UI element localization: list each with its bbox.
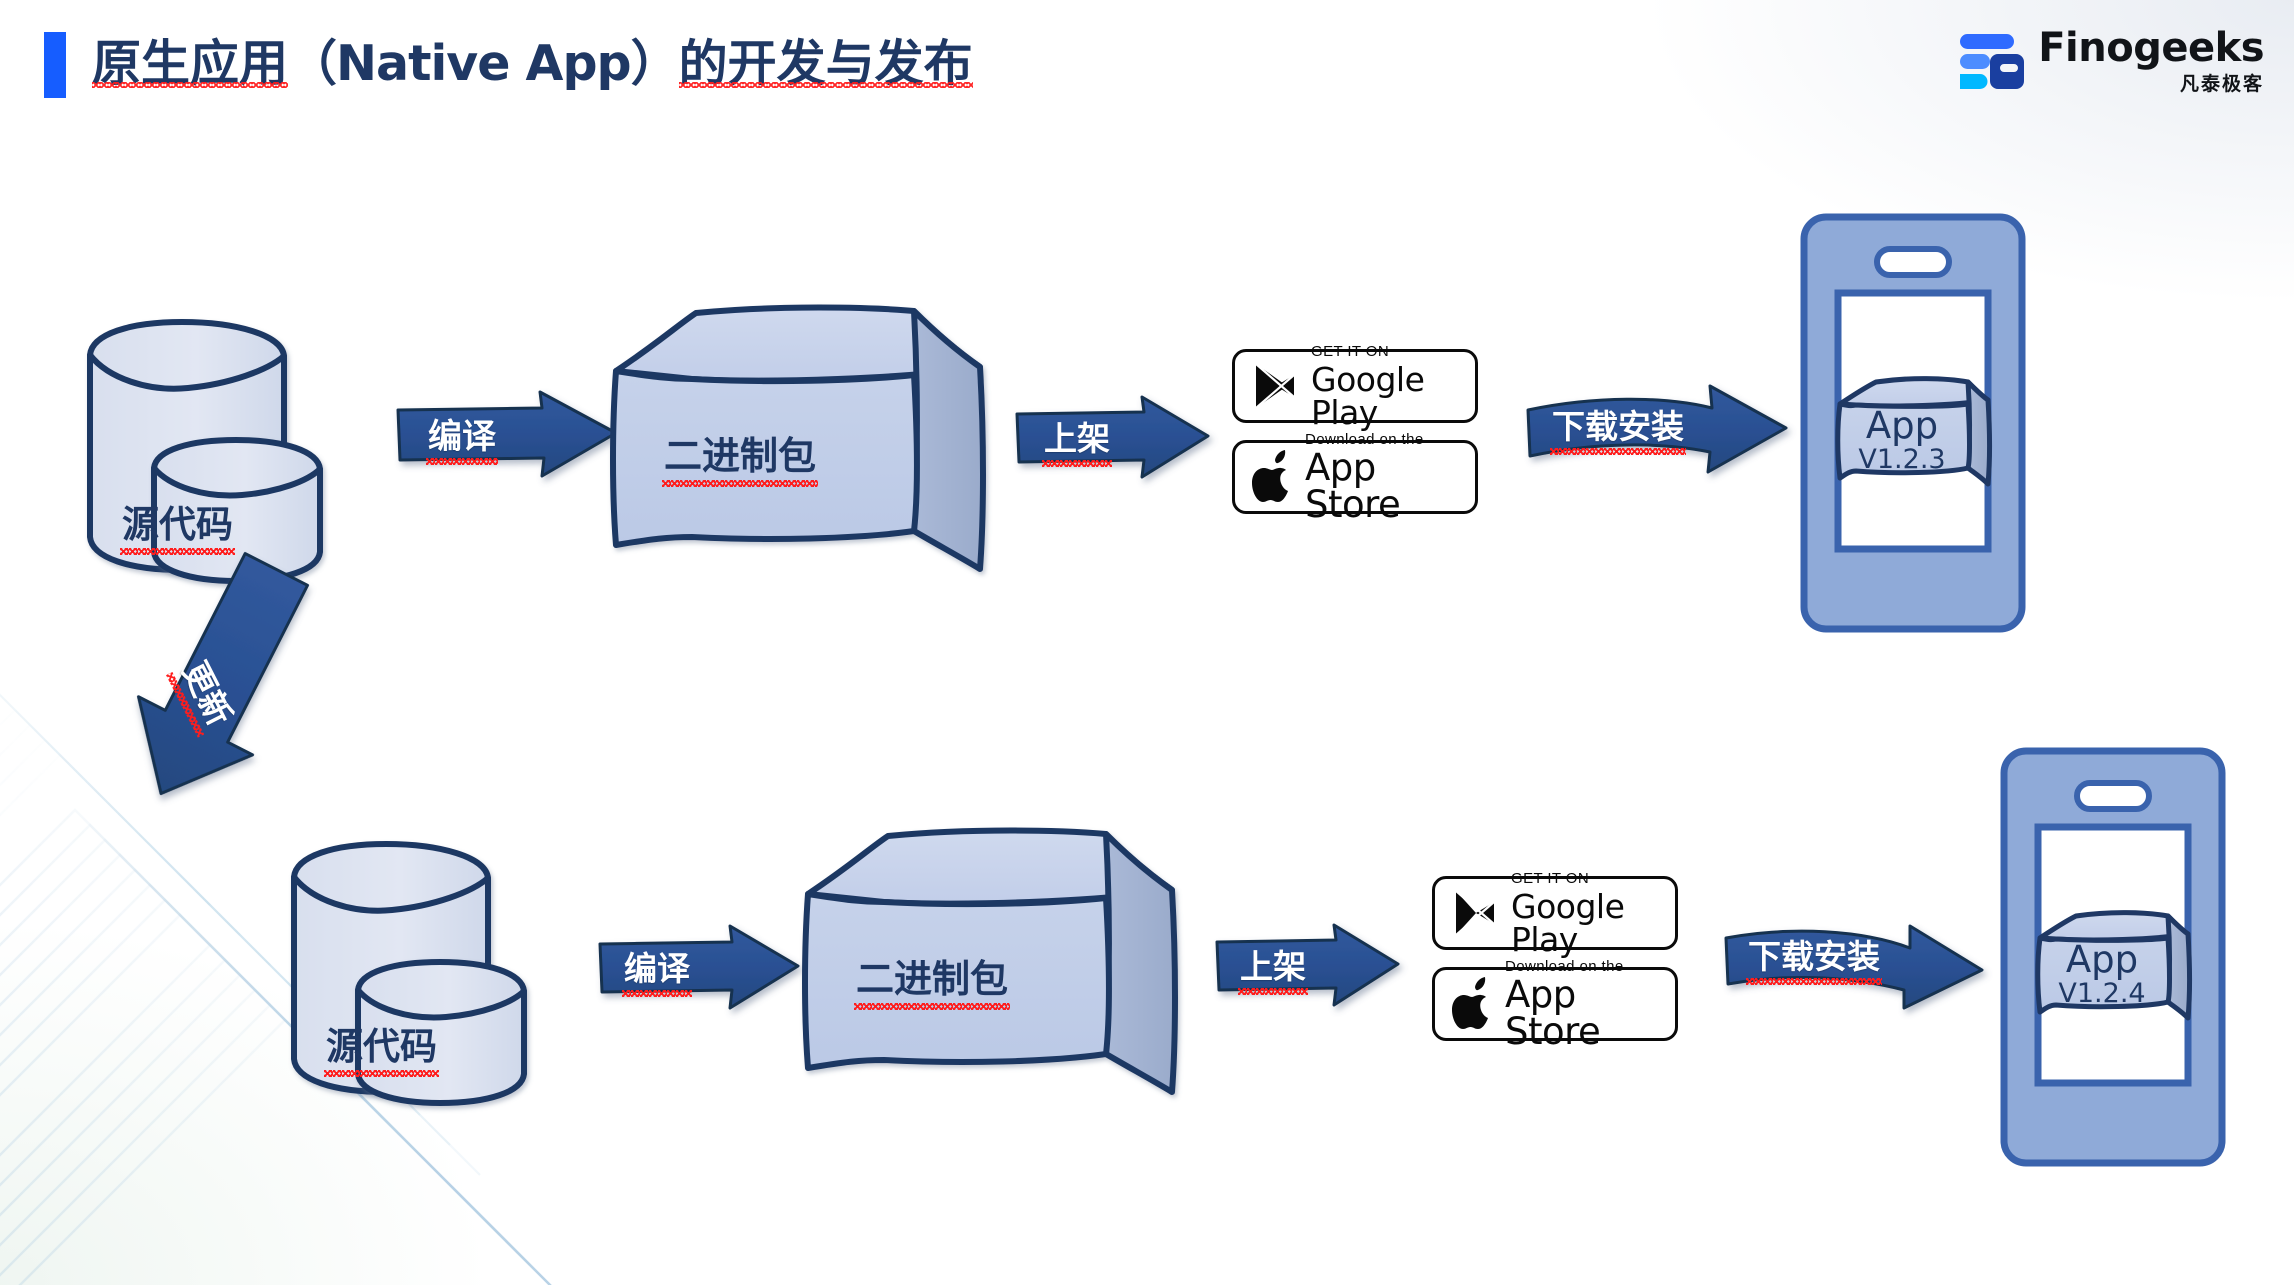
source-code-label-row2: 源代码 (324, 1016, 439, 1077)
brand-logo: Finogeeks 凡泰极客 (1958, 28, 2264, 94)
source-code-cylinder-row1: 源代码 (78, 300, 368, 590)
slide-header: 原生应用（Native App）的开发与发布 Finogeeks 凡泰极客 (0, 0, 2294, 150)
installed-app-name-row1: App (1865, 404, 1939, 447)
install-arrow-label-row1: 下载安装 (1550, 400, 1686, 455)
publish-arrow-row1: 上架 (1012, 392, 1212, 482)
compile-arrow-row1: 编译 (392, 386, 622, 482)
app-store-badge-main-line: App Store (1305, 445, 1401, 526)
installed-app-version-row2: V1.2.4 (2058, 978, 2146, 1009)
apple-icon (1247, 448, 1297, 506)
slide-canvas: 原生应用（Native App）的开发与发布 Finogeeks 凡泰极客 源代… (0, 0, 2294, 1285)
installed-app-name-row2: App (2065, 938, 2139, 981)
google-play-badge-row1[interactable]: GET IT ON Google Play (1232, 344, 1478, 429)
app-store-badge-top-line: Download on the (1305, 430, 1424, 448)
apple-icon (1447, 975, 1497, 1033)
binary-package-label-row1: 二进制包 (661, 425, 819, 487)
finogeeks-logo-icon (1960, 34, 2025, 89)
logo-wordmark-cn: 凡泰极客 (2179, 73, 2264, 95)
update-arrow: 更新 (137, 552, 448, 836)
source-code-label-row1: 源代码 (120, 494, 235, 555)
page-title: 原生应用（Native App）的开发与发布 (92, 26, 973, 102)
app-store-badge-row2[interactable]: Download on the App Store (1432, 959, 1678, 1050)
installed-app-version-row1: V1.2.3 (1858, 444, 1946, 475)
title-accent-bar (44, 32, 66, 98)
device-phone-row2: App V1.2.4 (2000, 747, 2226, 1167)
logo-wordmark: Finogeeks (2038, 25, 2264, 71)
publish-arrow-label-row1: 上架 (1042, 412, 1112, 467)
compile-arrow-row2: 编译 (594, 920, 804, 1012)
google-play-icon (1247, 358, 1303, 414)
app-store-badge-row1[interactable]: Download on the App Store (1232, 432, 1478, 523)
page-title-en: （Native App） (288, 35, 680, 92)
google-play-badge-main-line: Google Play (1511, 886, 1625, 959)
source-code-cylinder-row2: 源代码 (280, 822, 580, 1122)
page-title-cn-first: 原生应用 (92, 35, 289, 92)
install-arrow-row2: 下载安装 (1722, 908, 1990, 1018)
binary-package-label-row2: 二进制包 (853, 948, 1011, 1010)
install-arrow-row1: 下载安装 (1524, 376, 1794, 486)
google-play-icon (1447, 885, 1503, 941)
install-arrow-label-row2: 下载安装 (1746, 930, 1882, 985)
binary-package-box-row1: 二进制包 (608, 295, 1008, 595)
app-store-badge-main-line: App Store (1505, 972, 1601, 1053)
installed-app-box-row2: App V1.2.4 (2034, 908, 2194, 1028)
binary-package-box-row2: 二进制包 (800, 818, 1200, 1118)
google-play-badge-top-line: GET IT ON (1511, 869, 1590, 887)
compile-arrow-label-row2: 编译 (622, 942, 692, 997)
publish-arrow-row2: 上架 (1212, 920, 1402, 1010)
installed-app-box-row1: App V1.2.3 (1834, 374, 1994, 494)
device-phone-row1: App V1.2.3 (1800, 213, 2026, 633)
page-title-cn-last: 的开发与发布 (678, 35, 973, 92)
publish-arrow-label-row2: 上架 (1238, 940, 1308, 995)
app-store-badge-top-line: Download on the (1505, 957, 1624, 975)
compile-arrow-label-row1: 编译 (426, 409, 498, 465)
google-play-badge-row2[interactable]: GET IT ON Google Play (1432, 871, 1678, 956)
google-play-badge-top-line: GET IT ON (1311, 342, 1390, 360)
google-play-badge-main-line: Google Play (1311, 359, 1425, 432)
